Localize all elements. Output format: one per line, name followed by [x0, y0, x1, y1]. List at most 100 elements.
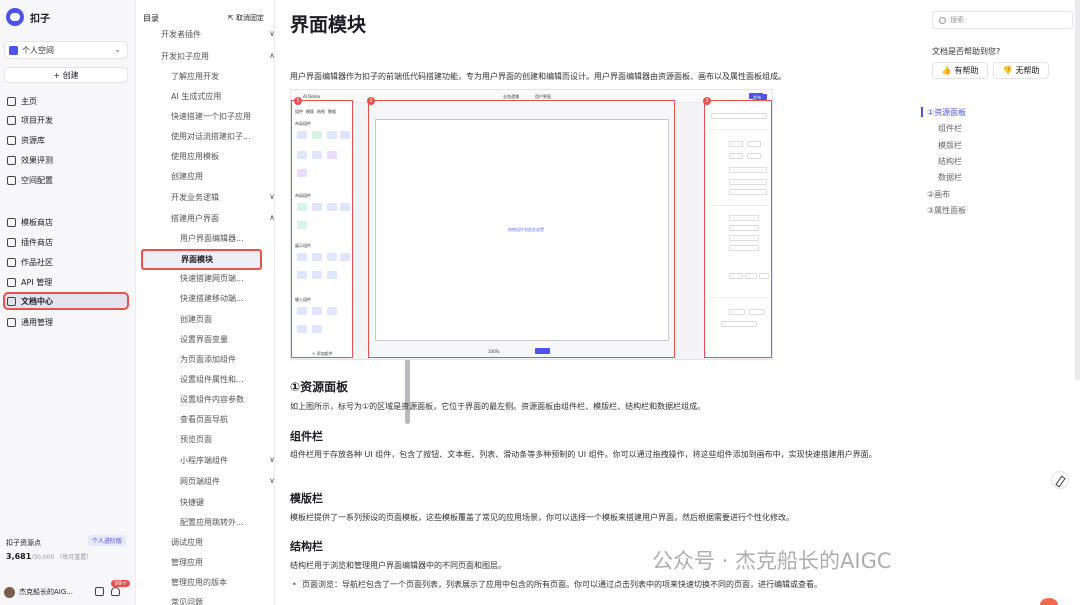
- toc-item[interactable]: 界面模块: [141, 249, 262, 270]
- outline-item[interactable]: 模版栏: [938, 140, 962, 151]
- divider: [709, 205, 769, 206]
- editor-preview-button: [535, 348, 550, 354]
- nav-label: 资源库: [21, 135, 45, 145]
- page-scrollbar[interactable]: [1075, 0, 1080, 380]
- toc-item[interactable]: 快速搭建一个扣子应用: [171, 111, 275, 122]
- resource-points[interactable]: 扣子资源点 个人进阶版 3,681/30,000 （每月重置）: [4, 532, 128, 570]
- outline-item[interactable]: 组件栏: [938, 123, 962, 134]
- editor-input: [759, 273, 769, 279]
- search-icon: [939, 16, 946, 24]
- outline-item[interactable]: ②画布: [927, 189, 950, 200]
- component-paragraph: 组件栏用于存放各种 UI 组件，包含了按钮、文本框、列表、滑动条等多种预制的 U…: [290, 450, 877, 459]
- space-name: 个人空间: [22, 45, 54, 55]
- toc-item[interactable]: 管理应用: [171, 557, 275, 568]
- toc-item[interactable]: 设置界面变量: [180, 334, 275, 345]
- create-button[interactable]: + 创建: [4, 67, 128, 83]
- user-row[interactable]: 杰克船长的AIG... 99+: [4, 580, 130, 600]
- component-thumb: [297, 151, 307, 159]
- toc-item-label: 调试应用: [171, 538, 203, 547]
- nav-template-store[interactable]: 模板商店: [4, 214, 128, 230]
- toc-item[interactable]: 调试应用: [171, 537, 275, 548]
- toc-item-label: 网页端组件: [180, 477, 220, 486]
- toc-item[interactable]: 开发扣子应用 ∧: [161, 51, 275, 62]
- toc-item[interactable]: 网页端组件 ∨: [180, 476, 275, 487]
- toc-item[interactable]: 开发者插件 ∨: [161, 29, 275, 40]
- nav-community[interactable]: 作品社区: [4, 254, 128, 270]
- editor-panel-tab: 模版: [306, 109, 314, 114]
- grid-icon[interactable]: [95, 587, 104, 596]
- toc-item[interactable]: 配置应用跳转外...: [180, 517, 275, 528]
- property-panel-area: 发布 3: [703, 94, 772, 358]
- component-thumb: [312, 307, 322, 315]
- nav-api[interactable]: API 管理: [4, 274, 128, 290]
- chevron-down-icon: ∨: [269, 455, 275, 464]
- search-input[interactable]: 搜索: [932, 11, 1073, 29]
- toc-item[interactable]: 创建应用: [171, 171, 275, 182]
- toc-item[interactable]: AI 生成式应用: [171, 91, 275, 102]
- toc-item[interactable]: 设置组件内容参数: [180, 394, 275, 405]
- toc-item[interactable]: 快速搭建移动端...: [180, 293, 275, 304]
- nav-library[interactable]: 资源库: [4, 132, 128, 148]
- outline-item[interactable]: ③属性面板: [927, 205, 966, 216]
- home-icon: [7, 96, 16, 106]
- toc-item[interactable]: 设置组件属性和...: [180, 374, 275, 385]
- left-sidebar: 扣子 个人空间 ⌄ + 创建 主页 项目开发 资源库 效果评测 空间配置 模板商…: [0, 0, 136, 605]
- outline-item[interactable]: 数据栏: [938, 172, 962, 183]
- toc-item[interactable]: 快速搭建网页端...: [180, 273, 275, 284]
- toc-item[interactable]: 搭建用户界面 ∧: [171, 213, 275, 224]
- outline-item[interactable]: ①资源面板: [927, 107, 966, 118]
- resource-used: 3,681: [6, 552, 32, 561]
- toc-item[interactable]: 预览页面: [180, 434, 275, 445]
- component-thumb: [312, 271, 322, 279]
- editor-panel-tab: 组件: [295, 109, 303, 114]
- edit-icon[interactable]: [1051, 471, 1069, 489]
- helpful-button[interactable]: 👍 有帮助: [932, 62, 988, 79]
- nav-plugin-store[interactable]: 插件商店: [4, 234, 128, 250]
- toc-item[interactable]: 了解应用开发: [171, 71, 275, 82]
- editor-input: [745, 273, 757, 279]
- component-thumb: [297, 253, 307, 261]
- nav-project[interactable]: 项目开发: [4, 112, 128, 128]
- toc-item[interactable]: 用户界面编辑器...: [180, 233, 275, 244]
- toc-item-label: 预览页面: [180, 435, 212, 444]
- editor-panel-tab: 数据: [328, 109, 336, 114]
- component-thumb: [297, 307, 307, 315]
- component-thumb: [340, 253, 350, 261]
- nav-docs[interactable]: 文档中心: [3, 292, 129, 310]
- editor-input: [749, 309, 765, 315]
- floating-ball-icon[interactable]: [1040, 598, 1058, 605]
- bell-icon[interactable]: [111, 587, 120, 596]
- toc-item[interactable]: 管理应用的版本: [171, 577, 275, 588]
- toc-item[interactable]: 创建页面: [180, 314, 275, 325]
- outline-item[interactable]: 结构栏: [938, 156, 962, 167]
- nav-general[interactable]: 通用管理: [4, 314, 128, 330]
- editor-publish-label: 发布: [753, 95, 761, 100]
- nav-label: 效果评测: [21, 155, 53, 165]
- space-selector[interactable]: 个人空间 ⌄: [4, 41, 128, 59]
- unpin-label: 取消固定: [236, 14, 264, 22]
- brand[interactable]: 扣子: [6, 8, 50, 26]
- toc-item-label: 为页面添加组件: [180, 355, 236, 364]
- component-thumb: [327, 203, 337, 211]
- toc-item[interactable]: 快捷键: [180, 497, 275, 508]
- toc-item[interactable]: 小程序端组件 ∨: [180, 455, 275, 466]
- toc-item[interactable]: 常见问题: [171, 597, 275, 605]
- toc-item[interactable]: 使用应用模板: [171, 151, 275, 162]
- avatar[interactable]: [4, 586, 15, 598]
- nav-home[interactable]: 主页: [4, 93, 128, 109]
- nav-space-config[interactable]: 空间配置: [4, 172, 128, 188]
- editor-app-label: AI Demo: [303, 94, 321, 99]
- toc-item[interactable]: 使用对话流搭建扣子...: [171, 131, 275, 142]
- not-helpful-button[interactable]: 👎 无帮助: [993, 62, 1049, 79]
- chevron-down-icon: ∨: [269, 476, 275, 485]
- toc-item-label: 管理应用: [171, 558, 203, 567]
- toc-item[interactable]: 开发业务逻辑 ∨: [171, 192, 275, 203]
- editor-input: [729, 309, 745, 315]
- toc-item-label: 常见问题: [171, 598, 203, 605]
- editor-input: [729, 153, 743, 159]
- unpin-button[interactable]: ⇱ 取消固定: [228, 13, 264, 23]
- nav-evaluation[interactable]: 效果评测: [4, 152, 128, 168]
- toc-item[interactable]: 查看页面导航: [180, 414, 275, 425]
- editor-section-label: 输入组件: [295, 297, 311, 302]
- toc-item[interactable]: 为页面添加组件: [180, 354, 275, 365]
